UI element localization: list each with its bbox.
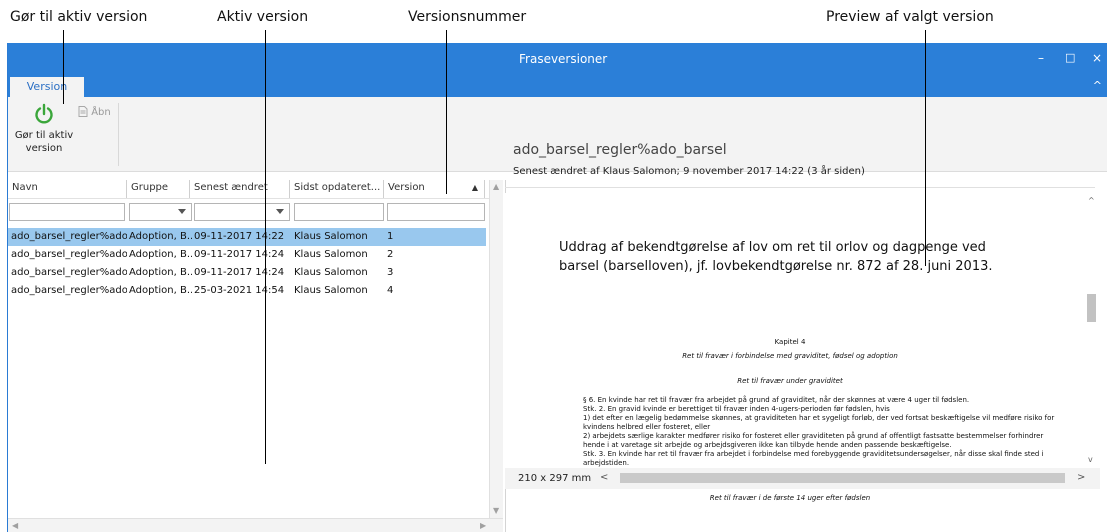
- preview-title: ado_barsel_regler%ado_barsel: [513, 142, 727, 158]
- screenshot-root: Gør til aktiv version Aktiv version Vers…: [0, 0, 1107, 532]
- cell-name: ado_barsel_regler%ado...: [11, 267, 127, 278]
- document-preview: Uddrag af bekendtgørelse af lov om ret t…: [505, 193, 1075, 468]
- filter-group-select[interactable]: [129, 203, 192, 221]
- cell-name: ado_barsel_regler%ado...: [11, 249, 127, 260]
- scroll-down-icon[interactable]: ▼: [493, 506, 499, 515]
- document-paragraph: 2) arbejdets særlige karakter medfører r…: [583, 432, 1044, 449]
- cell-updated-by: Klaus Salomon: [294, 285, 368, 296]
- cell-updated-by: Klaus Salomon: [294, 231, 368, 242]
- table-row[interactable]: ado_barsel_regler%ado... Adoption, B... …: [8, 282, 486, 300]
- chevron-down-icon: [178, 209, 186, 214]
- column-header-changed[interactable]: Senest ændret: [190, 180, 290, 198]
- scrollbar-thumb[interactable]: [1087, 294, 1096, 322]
- preview-vertical-scrollbar[interactable]: ^ v: [1085, 193, 1100, 468]
- document-paragraph: 1) det efter en lægelig bedømmelse skønn…: [583, 414, 1055, 431]
- document-heading: Uddrag af bekendtgørelse af lov om ret t…: [559, 240, 993, 274]
- ribbon: Gør til aktiv version Åbn: [8, 97, 1107, 172]
- cell-group: Adoption, B...: [129, 285, 192, 296]
- scroll-up-icon[interactable]: ^: [1088, 196, 1095, 205]
- page-size-label: 210 x 297 mm: [518, 473, 592, 484]
- cell-name: ado_barsel_regler%ado...: [11, 285, 127, 296]
- cell-group: Adoption, B...: [129, 267, 192, 278]
- annotation-version-number: Versionsnummer: [408, 9, 527, 25]
- scroll-up-icon[interactable]: ▲: [493, 182, 499, 191]
- document-paragraph: Stk. 3. En kvinde har ret til fravær fra…: [583, 450, 1044, 467]
- grid-vertical-scrollbar[interactable]: ▲ ▼: [489, 180, 503, 520]
- scroll-down-icon[interactable]: v: [1088, 455, 1093, 464]
- cell-version: 1: [387, 231, 394, 242]
- close-button[interactable]: ×: [1092, 51, 1102, 65]
- preview-horizontal-scroll-thumb[interactable]: [620, 473, 1065, 483]
- document-section2-title: Ret til fravær i de første 14 uger efter…: [709, 494, 871, 502]
- cell-changed: 25-03-2021 14:54: [194, 285, 285, 296]
- cell-changed: 09-11-2017 14:24: [194, 267, 285, 278]
- scroll-right-icon[interactable]: ▶: [480, 521, 486, 530]
- table-row[interactable]: ado_barsel_regler%ado... Adoption, B... …: [8, 246, 486, 264]
- table-row[interactable]: ado_barsel_regler%ado... Adoption, B... …: [8, 228, 486, 246]
- filter-name-input[interactable]: [9, 203, 125, 221]
- filter-updated-by-input[interactable]: [294, 203, 384, 221]
- cell-version: 2: [387, 249, 394, 260]
- annotation-pointer-preview: [925, 30, 926, 266]
- ribbon-tab-strip: Version ^: [8, 77, 1107, 97]
- document-chapter-subtitle: Ret til fravær i forbindelse med gravidi…: [682, 352, 898, 360]
- cell-group: Adoption, B...: [129, 231, 192, 242]
- filter-changed-select[interactable]: [194, 203, 290, 221]
- cell-name: ado_barsel_regler%ado...: [11, 231, 127, 242]
- make-active-label-line2: version: [25, 143, 63, 154]
- annotation-pointer-version: [446, 30, 447, 194]
- document-chapter: Kapitel 4: [774, 338, 806, 346]
- preview-subtitle: Senest ændret af Klaus Salomon; 9 novemb…: [513, 166, 865, 177]
- document-icon: [78, 106, 88, 117]
- cell-version: 4: [387, 285, 394, 296]
- column-header-version[interactable]: Version ▲: [384, 180, 485, 198]
- title-bar: Fraseversioner – □ ×: [8, 43, 1107, 77]
- maximize-button[interactable]: □: [1065, 51, 1075, 64]
- column-header-name[interactable]: Navn: [8, 180, 127, 198]
- document-paragraph: Stk. 2. En gravid kvinde er berettiget t…: [583, 405, 890, 413]
- collapse-ribbon-icon[interactable]: ^: [1093, 79, 1102, 92]
- window-title: Fraseversioner: [519, 52, 608, 66]
- versions-grid: Navn Gruppe Senest ændret Sidst opdatere…: [8, 180, 503, 532]
- sort-ascending-icon: ▲: [471, 183, 478, 192]
- annotation-pointer-active: [265, 30, 266, 464]
- cell-changed: 09-11-2017 14:24: [194, 249, 285, 260]
- column-header-version-label: Version: [388, 182, 425, 193]
- open-label: Åbn: [91, 107, 111, 118]
- annotation-preview: Preview af valgt version: [826, 9, 994, 25]
- open-button[interactable]: Åbn: [78, 106, 111, 118]
- preview-divider: [505, 187, 1095, 188]
- scroll-right-icon[interactable]: >: [1077, 472, 1085, 483]
- cell-updated-by: Klaus Salomon: [294, 249, 368, 260]
- make-active-label-line1: Gør til aktiv: [14, 130, 74, 141]
- cell-changed: 09-11-2017 14:22: [194, 231, 285, 242]
- preview-status-bar: 210 x 297 mm < >: [505, 468, 1100, 489]
- filter-version-input[interactable]: [387, 203, 485, 221]
- cell-group: Adoption, B...: [129, 249, 192, 260]
- chevron-down-icon: [276, 209, 284, 214]
- power-icon: [35, 103, 53, 124]
- cell-version: 3: [387, 267, 394, 278]
- annotation-pointer-make-active: [63, 30, 64, 104]
- tab-version[interactable]: Version: [10, 77, 84, 97]
- cell-updated-by: Klaus Salomon: [294, 267, 368, 278]
- minimize-button[interactable]: –: [1038, 51, 1044, 65]
- table-row[interactable]: ado_barsel_regler%ado... Adoption, B... …: [8, 264, 486, 282]
- header-divider: [8, 198, 493, 199]
- make-active-version-button[interactable]: Gør til aktiv version: [12, 103, 76, 163]
- document-paragraph: § 6. En kvinde har ret til fravær fra ar…: [583, 396, 970, 404]
- scroll-left-icon[interactable]: ◀: [12, 521, 18, 530]
- scroll-left-icon[interactable]: <: [600, 472, 608, 483]
- column-header-group[interactable]: Gruppe: [127, 180, 190, 198]
- annotation-make-active: Gør til aktiv version: [10, 9, 148, 25]
- grid-horizontal-scrollbar[interactable]: ◀ ▶: [8, 518, 503, 532]
- annotation-active-version: Aktiv version: [217, 9, 309, 25]
- column-header-updated-by[interactable]: Sidst opdateret...: [290, 180, 384, 198]
- ribbon-separator: [118, 103, 119, 166]
- document-section-title: Ret til fravær under graviditet: [737, 377, 843, 385]
